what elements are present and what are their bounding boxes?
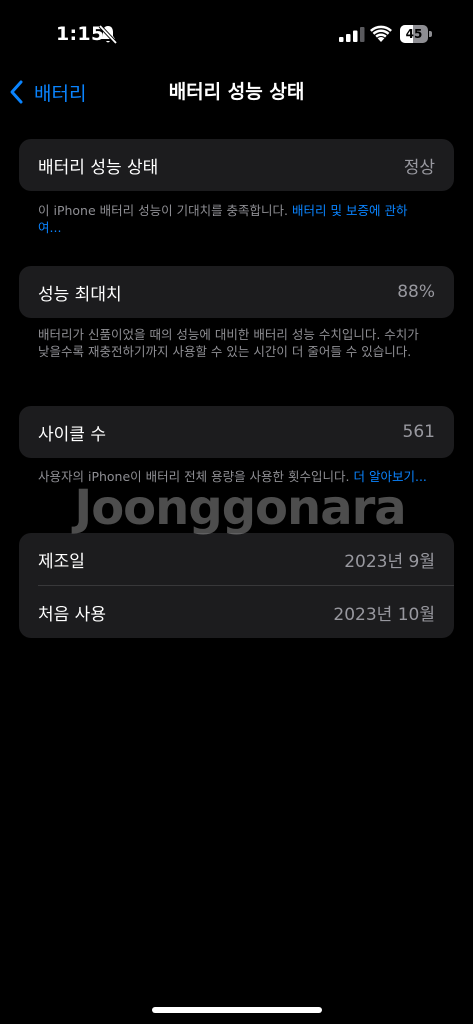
cycle-count-group: 사이클 수 561: [19, 406, 454, 458]
bell-slash-icon: [98, 24, 118, 45]
cycle-count-value: 561: [402, 422, 435, 442]
health-status-footnote-text: 이 iPhone 배터리 성능이 기대치를 충족합니다.: [38, 203, 289, 218]
back-label: 배터리: [34, 82, 87, 105]
max-capacity-group: 성능 최대치 88%: [19, 266, 454, 318]
max-capacity-footnote: 배터리가 신품이었을 때의 성능에 대비한 배터리 성능 수치입니다. 수치가 …: [38, 327, 419, 359]
max-capacity-value: 88%: [397, 282, 435, 302]
battery-percent: 45: [405, 27, 423, 41]
manufacture-date-value: 2023년 9월: [344, 551, 435, 572]
dates-group: 제조일 2023년 9월 처음 사용 2023년 10월: [19, 533, 454, 638]
cellular-signal-icon: [339, 27, 365, 42]
cycle-count-footnote: 사용자의 iPhone이 배터리 전체 용량을 사용한 횟수입니다. 더 알아보…: [38, 468, 428, 485]
health-status-row: 배터리 성능 상태 정상: [19, 139, 454, 191]
health-status-group: 배터리 성능 상태 정상: [19, 139, 454, 191]
manufacture-date-row: 제조일 2023년 9월: [19, 533, 454, 585]
watermark: Joonggonara: [74, 480, 406, 536]
battery-indicator: 45: [400, 25, 432, 43]
wifi-icon: [370, 25, 392, 42]
first-use-value: 2023년 10월: [333, 604, 435, 625]
cycle-count-footnote-text: 사용자의 iPhone이 배터리 전체 용량을 사용한 횟수입니다.: [38, 469, 350, 484]
first-use-label: 처음 사용: [38, 604, 106, 625]
max-capacity-row: 성능 최대치 88%: [19, 266, 454, 318]
learn-more-link[interactable]: 더 알아보기...: [354, 469, 427, 484]
home-indicator[interactable]: [152, 1007, 322, 1013]
status-bar: 1:15 45: [0, 0, 473, 62]
cycle-count-label: 사이클 수: [38, 424, 106, 445]
back-button[interactable]: 배터리: [8, 76, 86, 108]
health-status-value: 정상: [403, 157, 435, 178]
health-status-label: 배터리 성능 상태: [38, 157, 159, 178]
chevron-left-icon: [10, 80, 23, 104]
manufacture-date-label: 제조일: [38, 551, 85, 572]
health-status-footnote: 이 iPhone 배터리 성능이 기대치를 충족합니다. 배터리 및 보증에 관…: [38, 202, 428, 236]
first-use-row: 처음 사용 2023년 10월: [19, 586, 454, 638]
max-capacity-label: 성능 최대치: [38, 284, 122, 305]
cycle-count-row: 사이클 수 561: [19, 406, 454, 458]
